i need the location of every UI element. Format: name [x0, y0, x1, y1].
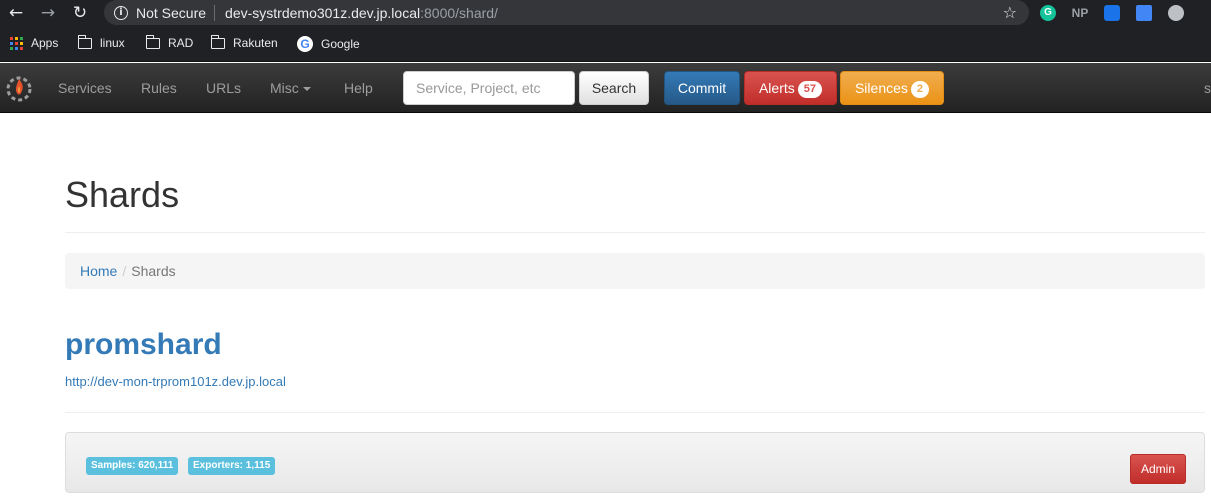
bookmark-label: linux	[100, 36, 125, 50]
nav-misc-label: Misc	[270, 80, 299, 96]
breadcrumb-separator: /	[122, 263, 127, 279]
search-button[interactable]: Search	[579, 71, 649, 105]
page-title: Shards	[65, 174, 180, 215]
bookmark-rakuten[interactable]: Rakuten	[210, 34, 278, 50]
info-icon[interactable]: i	[114, 5, 128, 20]
folder-icon	[210, 34, 225, 49]
bookmark-label: Apps	[31, 36, 59, 50]
alerts-count-badge: 57	[797, 81, 823, 98]
url-host: dev-systrdemo301z.dev.jp.local	[225, 4, 421, 21]
url-path: :8000/shard/	[420, 4, 498, 21]
brand-logo-icon[interactable]	[4, 73, 34, 103]
divider	[65, 412, 1205, 413]
breadcrumb-current: Shards	[131, 263, 176, 279]
breadcrumb: Home / Shards	[65, 253, 1205, 289]
google-icon: G	[297, 36, 313, 52]
app-navbar: Services Rules URLs Misc Help Search Com…	[0, 63, 1211, 113]
back-arrow-icon[interactable]: ←	[6, 3, 26, 23]
forward-arrow-icon[interactable]: →	[38, 3, 58, 23]
nav-rules[interactable]: Rules	[141, 80, 177, 96]
nav-help[interactable]: Help	[344, 80, 373, 96]
silences-button[interactable]: Silences 2	[840, 71, 944, 105]
divider	[65, 232, 1205, 233]
bookmarks-bar: Apps linux RAD Rakuten G Google	[0, 26, 1211, 62]
grammarly-extension-icon[interactable]: G	[1040, 5, 1056, 21]
bookmark-linux[interactable]: linux	[77, 34, 125, 50]
omnibox-divider	[214, 4, 216, 21]
exporters-label: Exporters: 1,115	[188, 457, 276, 475]
silences-label: Silences	[854, 80, 908, 96]
globe-extension-icon[interactable]	[1168, 5, 1184, 21]
shard-panel: Samples: 620,111 Exporters: 1,115 Admin	[65, 432, 1205, 493]
search-input[interactable]	[403, 71, 575, 105]
np-extension-icon[interactable]: NP	[1070, 5, 1090, 21]
breadcrumb-home-link[interactable]: Home	[80, 263, 117, 279]
nav-services[interactable]: Services	[58, 80, 112, 96]
alerts-button[interactable]: Alerts 57	[744, 71, 837, 105]
bookmark-label: Google	[321, 37, 360, 51]
bookmark-google[interactable]: G Google	[297, 36, 360, 52]
bookmark-apps[interactable]: Apps	[10, 36, 58, 50]
address-bar[interactable]: i Not Secure dev-systrdemo301z.dev.jp.lo…	[104, 0, 1029, 25]
bookmark-star-icon[interactable]: ☆	[1003, 3, 1017, 22]
translate-extension-icon[interactable]	[1136, 5, 1152, 21]
reload-icon[interactable]: ↻	[70, 3, 90, 23]
alerts-label: Alerts	[758, 80, 795, 96]
browser-toolbar: ← → ↻ i Not Secure dev-systrdemo301z.dev…	[0, 0, 1211, 26]
caret-down-icon	[302, 87, 311, 92]
silences-count-badge: 2	[910, 81, 930, 98]
shard-name-link[interactable]: promshard	[65, 328, 222, 362]
folder-icon	[77, 34, 92, 49]
nav-misc-dropdown[interactable]: Misc	[270, 80, 311, 96]
security-status: Not Secure	[136, 4, 207, 21]
bookmark-rad[interactable]: RAD	[145, 34, 194, 50]
shard-url-link[interactable]: http://dev-mon-trprom101z.dev.jp.local	[65, 374, 286, 389]
commit-button[interactable]: Commit	[664, 71, 740, 105]
bookmark-label: Rakuten	[233, 36, 278, 50]
samples-label: Samples: 620,111	[86, 457, 179, 475]
admin-button[interactable]: Admin	[1130, 454, 1186, 484]
shield-extension-icon[interactable]	[1104, 5, 1120, 21]
folder-icon	[145, 34, 160, 49]
nav-urls[interactable]: URLs	[206, 80, 241, 96]
user-menu[interactable]: s	[1204, 80, 1211, 96]
bookmark-label: RAD	[168, 36, 194, 50]
apps-grid-icon	[10, 36, 23, 50]
